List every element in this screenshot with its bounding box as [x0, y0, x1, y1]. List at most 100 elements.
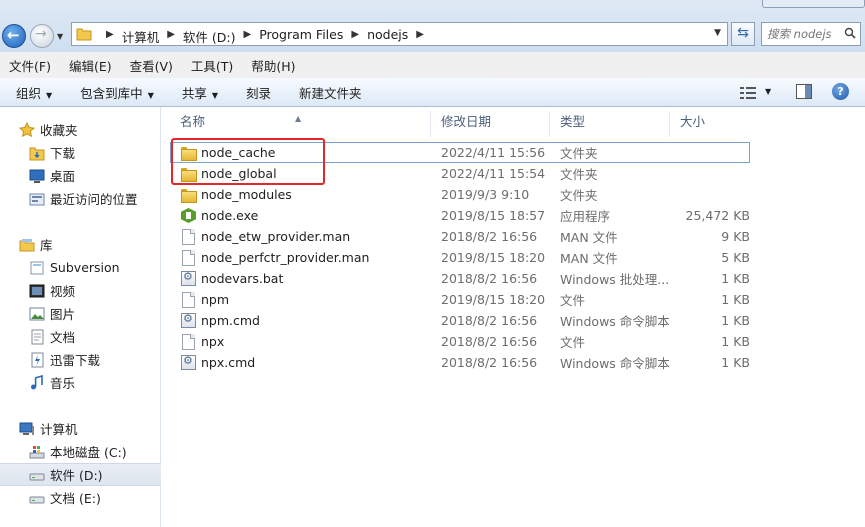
menu-view[interactable]: 查看(V) — [130, 56, 173, 75]
file-size: 1 KB — [721, 271, 750, 286]
nav-videos[interactable]: 视频 — [0, 279, 161, 302]
nav-computer[interactable]: 计算机 — [0, 417, 161, 440]
nav-drive-e[interactable]: 文档 (E:) — [0, 486, 161, 509]
nav-thunder-downloads-label: 迅雷下载 — [50, 353, 101, 368]
file-row[interactable]: npm.cmd 2018/8/2 16:56 Windows 命令脚本 1 KB — [170, 310, 770, 331]
crumb-nodejs[interactable]: nodejs — [367, 27, 408, 46]
nav-pictures[interactable]: 图片 — [0, 302, 161, 325]
crumb-computer[interactable]: 计算机 — [122, 27, 160, 46]
nav-libraries[interactable]: 库 — [0, 233, 161, 256]
nav-subversion[interactable]: Subversion — [0, 256, 161, 279]
help-icon[interactable]: ? — [832, 83, 849, 100]
file-row[interactable]: node_perfctr_provider.man 2019/8/15 18:20… — [170, 247, 770, 268]
system-drive-icon — [29, 445, 45, 458]
menu-edit[interactable]: 编辑(E) — [69, 56, 112, 75]
file-name-cell[interactable]: npx.cmd — [170, 354, 431, 370]
file-name-cell[interactable]: nodevars.bat — [170, 270, 431, 286]
file-row[interactable]: nodevars.bat 2018/8/2 16:56 Windows 批处理...… — [170, 268, 770, 289]
column-header-date[interactable]: 修改日期 — [431, 111, 550, 137]
nav-libraries-label: 库 — [40, 238, 53, 253]
file-row[interactable]: node_global 2022/4/11 15:54 文件夹 — [170, 163, 770, 184]
file-row[interactable]: node_modules 2019/9/3 9:10 文件夹 — [170, 184, 770, 205]
crumb-drive-d[interactable]: 软件 (D:) — [183, 27, 236, 46]
nav-desktop[interactable]: 桌面 — [0, 164, 161, 187]
address-bar[interactable]: ▶ 计算机 ▶ 软件 (D:) ▶ Program Files ▶ nodejs… — [71, 22, 728, 46]
new-folder-button[interactable]: 新建文件夹 — [299, 83, 362, 102]
burn-button[interactable]: 刻录 — [246, 83, 271, 102]
organize-button[interactable]: 组织 ▼ — [16, 83, 52, 102]
file-icon — [182, 291, 195, 308]
nav-thunder-downloads[interactable]: 迅雷下载 — [0, 348, 161, 371]
recent-places-icon — [29, 193, 45, 205]
chevron-down-icon[interactable]: ▼ — [714, 28, 721, 38]
organize-label: 组织 — [16, 85, 42, 101]
nav-documents[interactable]: 文档 — [0, 325, 161, 348]
file-row[interactable]: node.exe 2019/8/15 18:57 应用程序 25,472 KB — [170, 205, 770, 226]
batch-file-icon — [181, 312, 196, 328]
forward-button[interactable] — [30, 24, 54, 48]
search-input[interactable] — [762, 23, 844, 45]
chevron-right-icon[interactable]: ▶ — [416, 27, 424, 46]
picture-icon — [29, 307, 45, 320]
file-name-cell[interactable]: node_cache — [170, 145, 431, 161]
back-button[interactable] — [2, 24, 26, 48]
chevron-right-icon[interactable]: ▶ — [167, 27, 175, 46]
share-button[interactable]: 共享 ▼ — [182, 83, 218, 102]
breadcrumb: ▶ 计算机 ▶ 软件 (D:) ▶ Program Files ▶ nodejs… — [98, 27, 432, 46]
column-header-name-label: 名称 — [180, 114, 206, 129]
file-size: 1 KB — [721, 292, 750, 307]
nav-downloads[interactable]: 下载 — [0, 141, 161, 164]
crumb-program-files[interactable]: Program Files — [259, 27, 343, 46]
file-name-cell[interactable]: npm.cmd — [170, 312, 431, 328]
computer-group: 计算机 本地磁盘 (C:) 软件 (D:) 文档 (E:) — [0, 417, 161, 509]
chevron-right-icon[interactable]: ▶ — [351, 27, 359, 46]
file-date: 2018/8/2 16:56 — [441, 334, 538, 349]
file-name-cell[interactable]: node_perfctr_provider.man — [170, 249, 431, 266]
file-name: node_cache — [201, 145, 276, 160]
nav-favorites[interactable]: 收藏夹 — [0, 118, 161, 141]
window-controls[interactable] — [762, 0, 865, 8]
refresh-button[interactable]: ⇆ — [731, 22, 755, 46]
file-row[interactable]: npm 2019/8/15 18:20 文件 1 KB — [170, 289, 770, 310]
file-row[interactable]: node_etw_provider.man 2018/8/2 16:56 MAN 文… — [170, 226, 770, 247]
menu-help[interactable]: 帮助(H) — [251, 56, 295, 75]
preview-pane-icon[interactable] — [796, 84, 812, 99]
refresh-icon: ⇆ — [737, 25, 749, 41]
view-dropdown-icon[interactable]: ▼ — [765, 87, 771, 96]
nav-drive-d-label: 软件 (D:) — [50, 468, 103, 483]
nav-music[interactable]: 音乐 — [0, 371, 161, 394]
nav-recent-places[interactable]: 最近访问的位置 — [0, 187, 161, 210]
star-icon — [19, 121, 35, 137]
file-name-cell[interactable]: node_global — [170, 166, 431, 182]
file-row[interactable]: npx 2018/8/2 16:56 文件 1 KB — [170, 331, 770, 352]
search-icon[interactable] — [844, 27, 856, 39]
file-name-cell[interactable]: npm — [170, 291, 431, 308]
file-name-cell[interactable]: node_modules — [170, 187, 431, 203]
command-bar: 组织 ▼ 包含到库中 ▼ 共享 ▼ 刻录 新建文件夹 ▼ ? — [0, 78, 865, 107]
menu-file[interactable]: 文件(F) — [9, 56, 51, 75]
menu-tools[interactable]: 工具(T) — [191, 56, 233, 75]
nav-drive-d[interactable]: 软件 (D:) — [0, 463, 161, 486]
include-in-library-button[interactable]: 包含到库中 ▼ — [80, 83, 154, 102]
file-name-cell[interactable]: node.exe — [170, 208, 431, 223]
file-name-cell[interactable]: node_etw_provider.man — [170, 228, 431, 245]
search-box[interactable] — [761, 22, 861, 46]
column-header-type[interactable]: 类型 — [550, 111, 670, 137]
file-row[interactable]: node_cache 2022/4/11 15:56 文件夹 — [170, 142, 750, 163]
file-row[interactable]: npx.cmd 2018/8/2 16:56 Windows 命令脚本 1 KB — [170, 352, 770, 373]
recent-pages-dropdown[interactable]: ▼ — [57, 32, 63, 41]
file-type: Windows 命令脚本 — [560, 356, 670, 371]
sort-ascending-icon: ▲ — [295, 114, 302, 123]
column-header-name[interactable]: ▲ 名称 — [170, 111, 431, 137]
file-name: nodevars.bat — [201, 271, 284, 286]
view-options-icon[interactable] — [740, 87, 756, 99]
nav-drive-c[interactable]: 本地磁盘 (C:) — [0, 440, 161, 463]
file-name-cell[interactable]: npx — [170, 333, 431, 350]
chevron-right-icon[interactable]: ▶ — [106, 27, 114, 46]
file-name: node_etw_provider.man — [201, 229, 351, 244]
caret-down-icon: ▼ — [211, 90, 219, 100]
chevron-right-icon[interactable]: ▶ — [244, 27, 252, 46]
nav-videos-label: 视频 — [50, 284, 76, 299]
nav-drive-e-label: 文档 (E:) — [50, 491, 101, 506]
column-header-size[interactable]: 大小 — [670, 111, 750, 137]
